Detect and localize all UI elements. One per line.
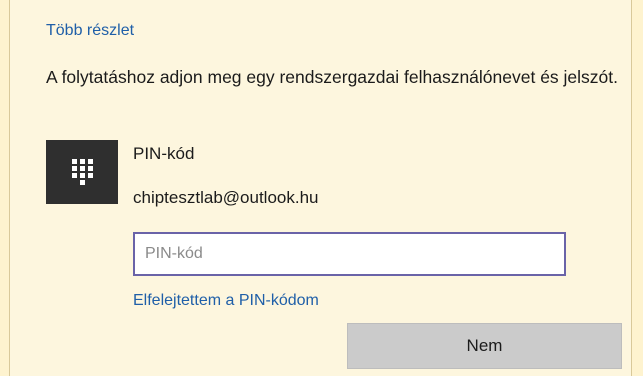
prompt-message: A folytatáshoz adjon meg egy rendszergaz…	[46, 67, 619, 87]
keypad-icon	[46, 140, 118, 204]
more-details-link[interactable]: Több részlet	[46, 22, 134, 40]
no-button[interactable]: Nem	[347, 323, 622, 369]
pin-input[interactable]	[133, 232, 566, 276]
account-name: chiptesztlab@outlook.hu	[133, 188, 319, 207]
forgot-pin-link[interactable]: Elfelejtettem a PIN-kódom	[133, 292, 319, 310]
credential-title: PIN-kód	[133, 144, 195, 163]
credential-dialog: Több részlet A folytatáshoz adjon meg eg…	[9, 0, 632, 376]
